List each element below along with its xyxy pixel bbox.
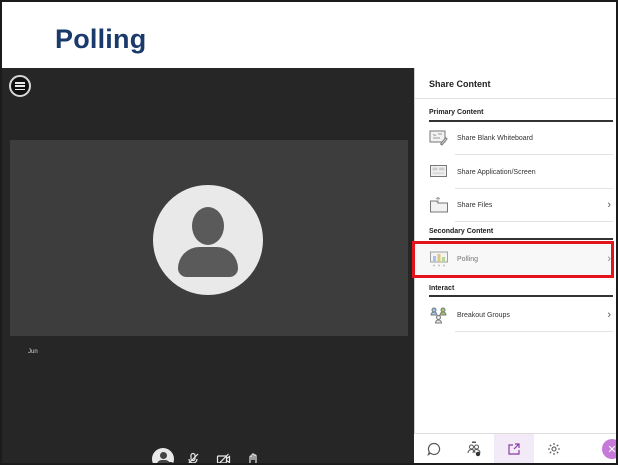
screenshot-frame: Polling Jun Share Content Primary Conten… (0, 0, 618, 465)
collaborate-panel-tabs: ✕ (414, 433, 616, 463)
folder-icon (429, 196, 449, 214)
participant-video-tile (10, 140, 408, 336)
share-files-item[interactable]: Share Files › (429, 189, 613, 221)
interact-label: Interact (429, 285, 455, 292)
settings-icon[interactable] (534, 434, 574, 463)
participant-name: Jun (28, 349, 38, 355)
breakout-groups-item[interactable]: Breakout Groups › (429, 299, 613, 331)
mic-off-icon[interactable] (182, 448, 204, 463)
slide-title: Polling (55, 24, 147, 54)
video-stage: Jun (2, 68, 414, 463)
screen-share-icon (429, 163, 449, 181)
raise-hand-icon[interactable] (242, 448, 264, 463)
close-panel-icon[interactable]: ✕ (602, 439, 616, 459)
polling-highlight-box (412, 241, 614, 278)
my-status-avatar[interactable] (152, 448, 175, 463)
primary-content-label: Primary Content (429, 109, 484, 116)
chevron-right-icon: › (607, 309, 611, 321)
chat-icon[interactable] (414, 434, 454, 463)
panel-title: Share Content (429, 79, 491, 89)
item-label: Share Files (457, 201, 493, 209)
hamburger-menu-icon (15, 82, 25, 90)
media-controls (152, 448, 264, 463)
participant-avatar (153, 185, 263, 295)
secondary-content-label: Secondary Content (429, 228, 494, 235)
camera-off-icon[interactable] (212, 448, 234, 463)
item-label: Breakout Groups (457, 311, 510, 319)
breakout-groups-icon (429, 306, 449, 324)
share-application-screen-item[interactable]: Share Application/Screen (429, 156, 613, 188)
whiteboard-icon (429, 129, 449, 147)
chevron-right-icon: › (607, 199, 611, 211)
item-label: Share Application/Screen (457, 168, 536, 176)
share-content-icon[interactable] (494, 434, 534, 463)
share-blank-whiteboard-item[interactable]: Share Blank Whiteboard (429, 122, 613, 154)
attendees-icon[interactable] (454, 434, 494, 463)
item-label: Share Blank Whiteboard (457, 134, 533, 142)
session-menu-button[interactable] (9, 75, 31, 97)
